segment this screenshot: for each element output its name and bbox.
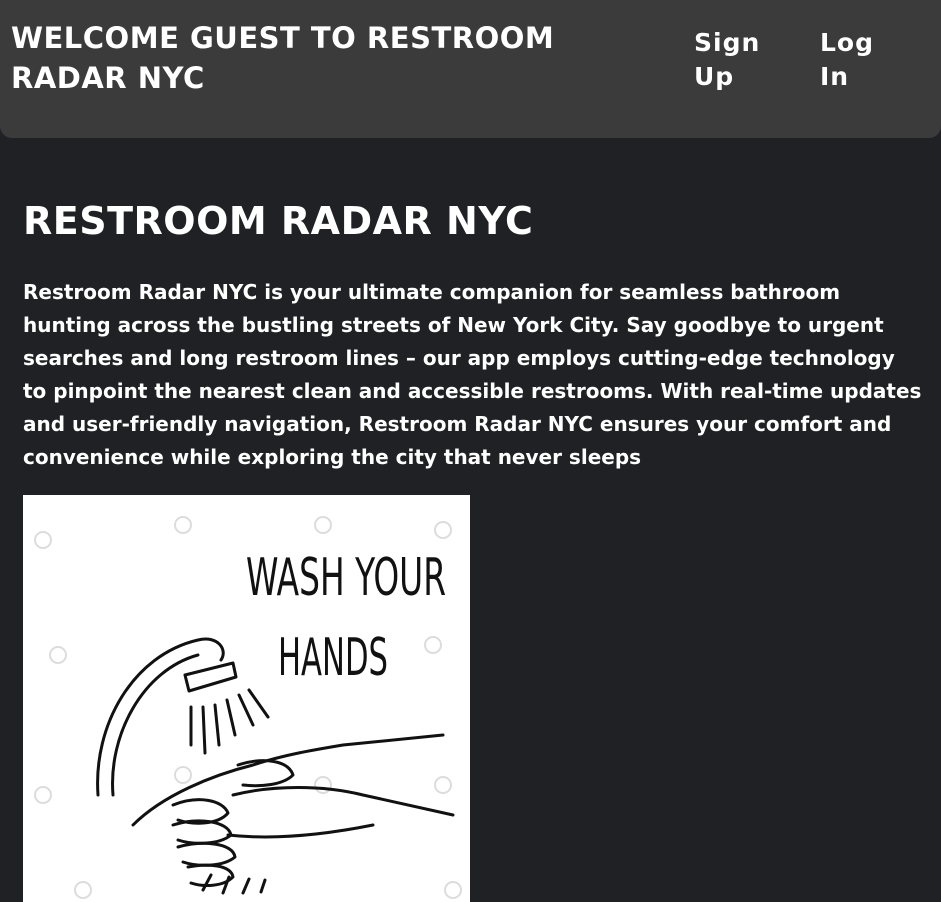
hands-icon xyxy=(131,733,455,895)
app-description: Restroom Radar NYC is your ultimate comp… xyxy=(23,280,922,469)
sign-up-link[interactable]: Sign Up xyxy=(694,26,774,94)
illustration-caption-line2: HANDS xyxy=(278,628,388,688)
illustration-caption-line1: WASH YOUR xyxy=(246,548,446,608)
log-in-link[interactable]: Log In xyxy=(820,26,880,94)
top-header: WELCOME GUEST TO RESTROOM RADAR NYC Sign… xyxy=(0,0,941,138)
hand-washing-illustration: WASH YOUR HANDS xyxy=(23,495,470,902)
faucet-icon xyxy=(96,637,270,797)
hand-washing-drawing: WASH YOUR HANDS xyxy=(34,516,462,899)
welcome-banner: WELCOME GUEST TO RESTROOM RADAR NYC xyxy=(11,21,555,95)
page-title: RESTROOM RADAR NYC xyxy=(23,199,534,243)
